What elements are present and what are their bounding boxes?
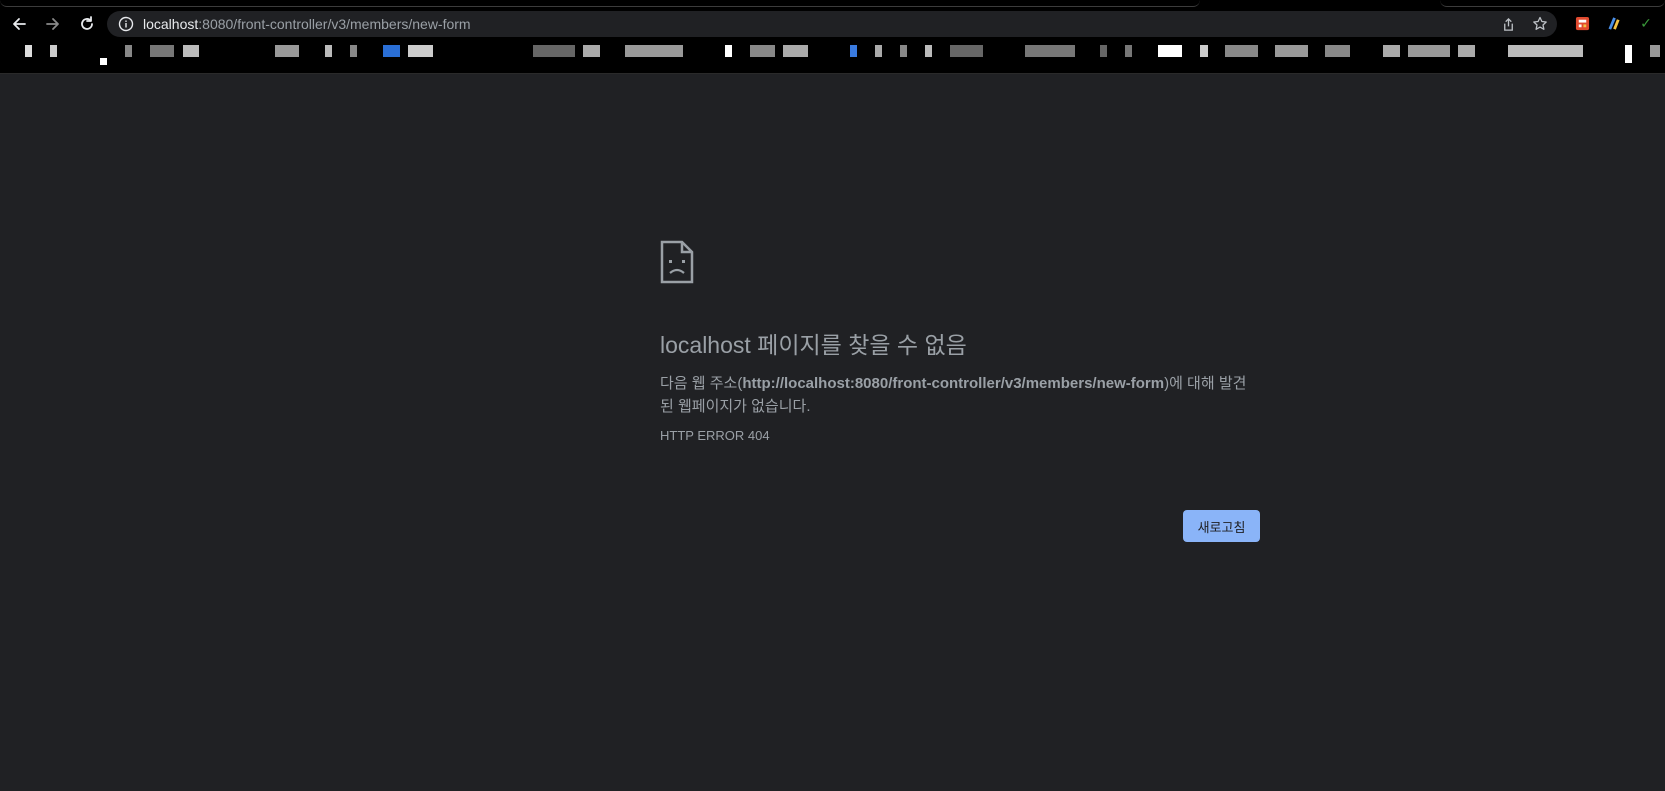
bookmark-item[interactable] — [1625, 45, 1632, 63]
bookmark-item[interactable] — [950, 45, 983, 57]
share-icon[interactable] — [1499, 15, 1517, 33]
bookmark-item[interactable] — [1125, 45, 1132, 57]
url-host: localhost — [143, 16, 199, 32]
bookmark-item[interactable] — [1158, 45, 1182, 57]
bookmarks-bar — [0, 40, 1665, 74]
bookmark-item[interactable] — [50, 45, 57, 57]
bookmark-item[interactable] — [625, 45, 683, 57]
bookmark-item[interactable] — [850, 45, 857, 57]
error-content: localhost 페이지를 찾을 수 없음 다음 웹 주소(http://lo… — [660, 240, 1260, 443]
url-text[interactable]: localhost:8080/front-controller/v3/membe… — [143, 16, 471, 32]
bookmark-item[interactable] — [1325, 45, 1350, 57]
reload-page-button[interactable]: 새로고침 — [1183, 510, 1260, 542]
other-tab-edge[interactable] — [1440, 0, 1665, 7]
url-path: :8080/front-controller/v3/members/new-fo… — [198, 16, 471, 32]
bookmark-item[interactable] — [1100, 45, 1107, 57]
back-arrow-icon — [13, 18, 26, 30]
bookmark-item[interactable] — [125, 45, 132, 57]
bookmark-item[interactable] — [183, 45, 199, 57]
bookmark-item[interactable] — [533, 45, 575, 57]
other-bookmarks[interactable] — [1650, 45, 1660, 57]
bookmark-item[interactable] — [1200, 45, 1208, 57]
bookmark-item[interactable] — [100, 58, 107, 65]
bookmark-item[interactable] — [350, 45, 357, 57]
bookmark-item[interactable] — [1025, 45, 1075, 57]
address-bar[interactable]: localhost:8080/front-controller/v3/membe… — [107, 11, 1557, 37]
bookmark-item[interactable] — [383, 45, 400, 57]
bookmark-item[interactable] — [725, 45, 732, 57]
bookmark-item[interactable] — [25, 45, 32, 57]
error-title: localhost 페이지를 찾을 수 없음 — [660, 332, 967, 358]
description-prefix: 다음 웹 주소( — [660, 375, 743, 392]
bookmark-item[interactable] — [325, 45, 332, 57]
omnibox-actions — [1499, 15, 1549, 33]
extension-red-icon[interactable] — [1573, 14, 1591, 32]
forward-arrow-icon — [46, 18, 59, 30]
bookmark-item[interactable] — [1408, 45, 1450, 57]
error-code: HTTP ERROR 404 — [660, 428, 770, 443]
tab-strip — [0, 0, 1665, 8]
reload-button[interactable] — [72, 9, 102, 39]
bookmark-item[interactable] — [1275, 45, 1308, 57]
bookmark-item[interactable] — [150, 45, 174, 57]
bookmark-item[interactable] — [1508, 45, 1583, 57]
forward-button[interactable] — [38, 9, 68, 39]
sad-document-icon — [660, 240, 694, 284]
description-url: http://localhost:8080/front-controller/v… — [742, 375, 1165, 392]
bookmark-item[interactable] — [875, 45, 882, 57]
info-icon[interactable] — [118, 16, 134, 32]
error-description: 다음 웹 주소(http://localhost:8080/front-cont… — [660, 372, 1260, 418]
extension-colorful-icon[interactable] — [1605, 14, 1623, 32]
reload-icon — [81, 16, 93, 30]
star-icon[interactable] — [1531, 15, 1549, 33]
bookmark-item[interactable] — [925, 45, 932, 57]
extensions-area: ✓ — [1573, 14, 1655, 32]
back-button[interactable] — [4, 9, 34, 39]
bookmark-item[interactable] — [408, 45, 433, 57]
bookmark-item[interactable] — [275, 45, 299, 57]
active-tab-edge[interactable] — [0, 0, 1200, 7]
bookmark-item[interactable] — [783, 45, 808, 57]
bookmark-item[interactable] — [1458, 45, 1475, 57]
bookmark-item[interactable] — [900, 45, 907, 57]
bookmark-item[interactable] — [750, 45, 775, 57]
bookmark-item[interactable] — [1383, 45, 1400, 57]
bookmark-item[interactable] — [583, 45, 600, 57]
bookmark-item[interactable] — [1225, 45, 1258, 57]
extension-check-icon[interactable]: ✓ — [1637, 14, 1655, 32]
browser-toolbar: localhost:8080/front-controller/v3/membe… — [0, 8, 1665, 40]
